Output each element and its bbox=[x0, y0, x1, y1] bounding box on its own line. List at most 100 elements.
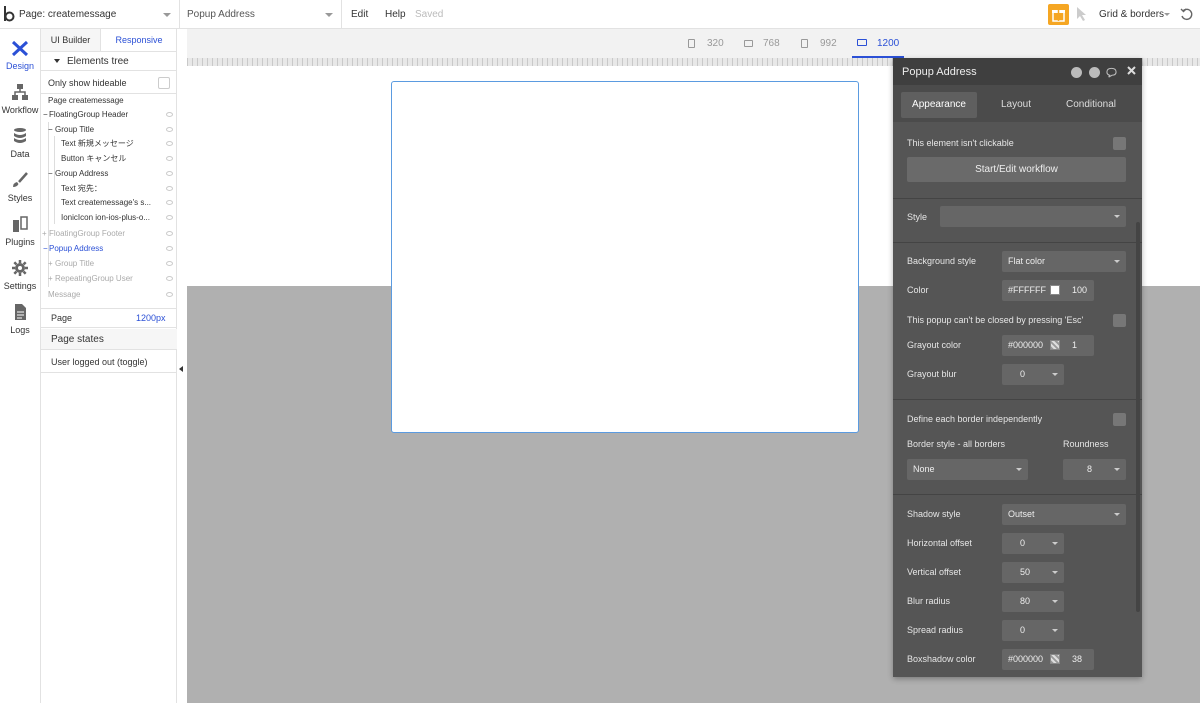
comment-icon[interactable] bbox=[1106, 67, 1117, 78]
spread-radius-dropdown[interactable]: 0 bbox=[1002, 620, 1064, 641]
eye-icon[interactable] bbox=[166, 127, 173, 132]
tree-item[interactable]: + FloatingGroup Footer bbox=[41, 227, 177, 241]
chevron-down-icon bbox=[1052, 600, 1058, 603]
page-selector[interactable]: Page: createmessage bbox=[19, 0, 180, 29]
roundness-label: Roundness bbox=[1063, 439, 1109, 449]
grid-borders-select[interactable]: Grid & borders bbox=[1099, 0, 1164, 29]
eye-icon[interactable] bbox=[166, 186, 173, 191]
eye-icon[interactable] bbox=[166, 171, 173, 176]
tree-item[interactable]: + RepeatingGroup User bbox=[41, 272, 177, 286]
sidebar-item-plugins[interactable]: Plugins bbox=[0, 209, 40, 253]
tree-item[interactable]: Text 新規メッセージ bbox=[41, 137, 177, 151]
tree-item[interactable]: Page createmessage bbox=[41, 94, 177, 108]
device-320[interactable]: 320 bbox=[688, 29, 728, 58]
page-state-item[interactable]: User logged out (toggle) bbox=[41, 351, 177, 373]
eye-icon[interactable] bbox=[166, 231, 173, 236]
sidebar-item-workflow[interactable]: Workflow bbox=[0, 77, 40, 121]
bubble-logo-icon[interactable] bbox=[3, 5, 15, 23]
tab-layout[interactable]: Layout bbox=[985, 92, 1047, 118]
tab-conditional[interactable]: Conditional bbox=[1057, 92, 1125, 118]
info-icon[interactable] bbox=[1089, 67, 1100, 78]
sidebar-item-styles[interactable]: Styles bbox=[0, 165, 40, 209]
sidebar-item-data[interactable]: Data bbox=[0, 121, 40, 165]
boxshadow-color-field[interactable]: #000000 38 bbox=[1002, 649, 1094, 670]
border-independent-checkbox[interactable] bbox=[1113, 413, 1126, 426]
tab-responsive[interactable]: Responsive bbox=[101, 29, 177, 51]
blur-radius-label: Blur radius bbox=[907, 596, 951, 606]
eye-icon[interactable] bbox=[166, 246, 173, 251]
chevron-down-icon bbox=[1052, 542, 1058, 545]
property-scrollbar[interactable] bbox=[1136, 222, 1140, 612]
eye-icon[interactable] bbox=[166, 215, 173, 220]
tree-item[interactable]: − Group Address bbox=[41, 167, 177, 181]
color-field[interactable]: #FFFFFF 100 bbox=[1002, 280, 1094, 301]
tree-item[interactable]: − Group Title bbox=[41, 123, 177, 137]
tree-item[interactable]: − Popup Address bbox=[41, 242, 177, 256]
only-hideable-checkbox[interactable] bbox=[158, 77, 170, 89]
tree-item[interactable]: + Group Title bbox=[41, 257, 177, 271]
property-editor-header[interactable]: Popup Address bbox=[893, 58, 1142, 85]
vertical-offset-dropdown[interactable]: 50 bbox=[1002, 562, 1064, 583]
eye-icon[interactable] bbox=[166, 112, 173, 117]
elements-tree-header[interactable]: Elements tree bbox=[41, 52, 177, 71]
device-1200[interactable]: 1200 bbox=[852, 29, 904, 58]
tree-item[interactable]: Text createmessage's s... bbox=[41, 196, 177, 210]
not-clickable-checkbox[interactable] bbox=[1113, 137, 1126, 150]
tree-item[interactable]: Button キャンセル bbox=[41, 152, 177, 166]
horizontal-offset-dropdown[interactable]: 0 bbox=[1002, 533, 1064, 554]
divider bbox=[893, 494, 1142, 495]
only-hideable-label: Only show hideable bbox=[48, 78, 127, 88]
grayout-color-field[interactable]: #000000 1 bbox=[1002, 335, 1094, 356]
help-icon[interactable] bbox=[1071, 67, 1082, 78]
collapse-panel-icon[interactable] bbox=[179, 366, 183, 372]
close-icon[interactable] bbox=[1126, 65, 1137, 76]
edit-menu[interactable]: Edit bbox=[351, 0, 368, 29]
undo-icon[interactable] bbox=[1180, 7, 1194, 21]
style-dropdown[interactable] bbox=[940, 206, 1126, 227]
eye-icon[interactable] bbox=[166, 141, 173, 146]
phone-icon bbox=[688, 39, 695, 48]
eye-icon[interactable] bbox=[166, 276, 173, 281]
tree-item[interactable]: Message bbox=[41, 288, 177, 302]
eye-icon[interactable] bbox=[166, 200, 173, 205]
eye-icon[interactable] bbox=[166, 156, 173, 161]
desktop-icon bbox=[857, 39, 867, 46]
device-768[interactable]: 768 bbox=[744, 29, 784, 58]
shadow-style-dropdown[interactable]: Outset bbox=[1002, 504, 1126, 525]
grayout-blur-dropdown[interactable]: 0 bbox=[1002, 364, 1064, 385]
blur-radius-dropdown[interactable]: 80 bbox=[1002, 591, 1064, 612]
border-style-dropdown[interactable]: None bbox=[907, 459, 1028, 480]
page-width-row[interactable]: Page 1200px bbox=[41, 308, 177, 328]
popup-address-element[interactable] bbox=[391, 81, 859, 433]
roundness-dropdown[interactable]: 8 bbox=[1063, 459, 1126, 480]
element-selector[interactable]: Popup Address bbox=[181, 0, 342, 29]
tab-appearance[interactable]: Appearance bbox=[901, 92, 977, 118]
sidebar-item-settings[interactable]: Settings bbox=[0, 253, 40, 297]
property-body: This element isn't clickable Start/Edit … bbox=[893, 122, 1142, 677]
sidebar-item-logs[interactable]: Logs bbox=[0, 297, 40, 341]
eye-icon[interactable] bbox=[166, 261, 173, 266]
color-swatch[interactable] bbox=[1050, 285, 1060, 295]
sidebar-item-design[interactable]: Design bbox=[0, 33, 40, 77]
only-hideable-row: Only show hideable bbox=[41, 72, 177, 94]
vertical-offset-value: 50 bbox=[1020, 567, 1031, 577]
grayout-opacity-value: 1 bbox=[1072, 340, 1078, 350]
background-style-dropdown[interactable]: Flat color bbox=[1002, 251, 1126, 272]
tree-item[interactable]: − FloatingGroup Header bbox=[41, 108, 177, 122]
start-edit-workflow-button[interactable]: Start/Edit workflow bbox=[907, 157, 1126, 182]
device-992[interactable]: 992 bbox=[801, 29, 841, 58]
chevron-down-icon bbox=[1114, 260, 1120, 263]
shadow-style-label: Shadow style bbox=[907, 509, 961, 519]
eye-icon[interactable] bbox=[166, 292, 173, 297]
boxshadow-color-swatch[interactable] bbox=[1050, 654, 1060, 664]
style-label: Style bbox=[907, 212, 928, 222]
vertical-offset-label: Vertical offset bbox=[907, 567, 961, 577]
help-menu[interactable]: Help bbox=[385, 0, 406, 29]
tree-item[interactable]: IonicIcon ion-ios-plus-o... bbox=[41, 211, 177, 225]
gift-button[interactable] bbox=[1048, 4, 1069, 25]
grayout-color-swatch[interactable] bbox=[1050, 340, 1060, 350]
cursor-icon[interactable] bbox=[1075, 6, 1089, 22]
esc-close-checkbox[interactable] bbox=[1113, 314, 1126, 327]
tree-item[interactable]: Text 宛先： bbox=[41, 182, 177, 196]
tab-ui-builder[interactable]: UI Builder bbox=[41, 29, 101, 51]
